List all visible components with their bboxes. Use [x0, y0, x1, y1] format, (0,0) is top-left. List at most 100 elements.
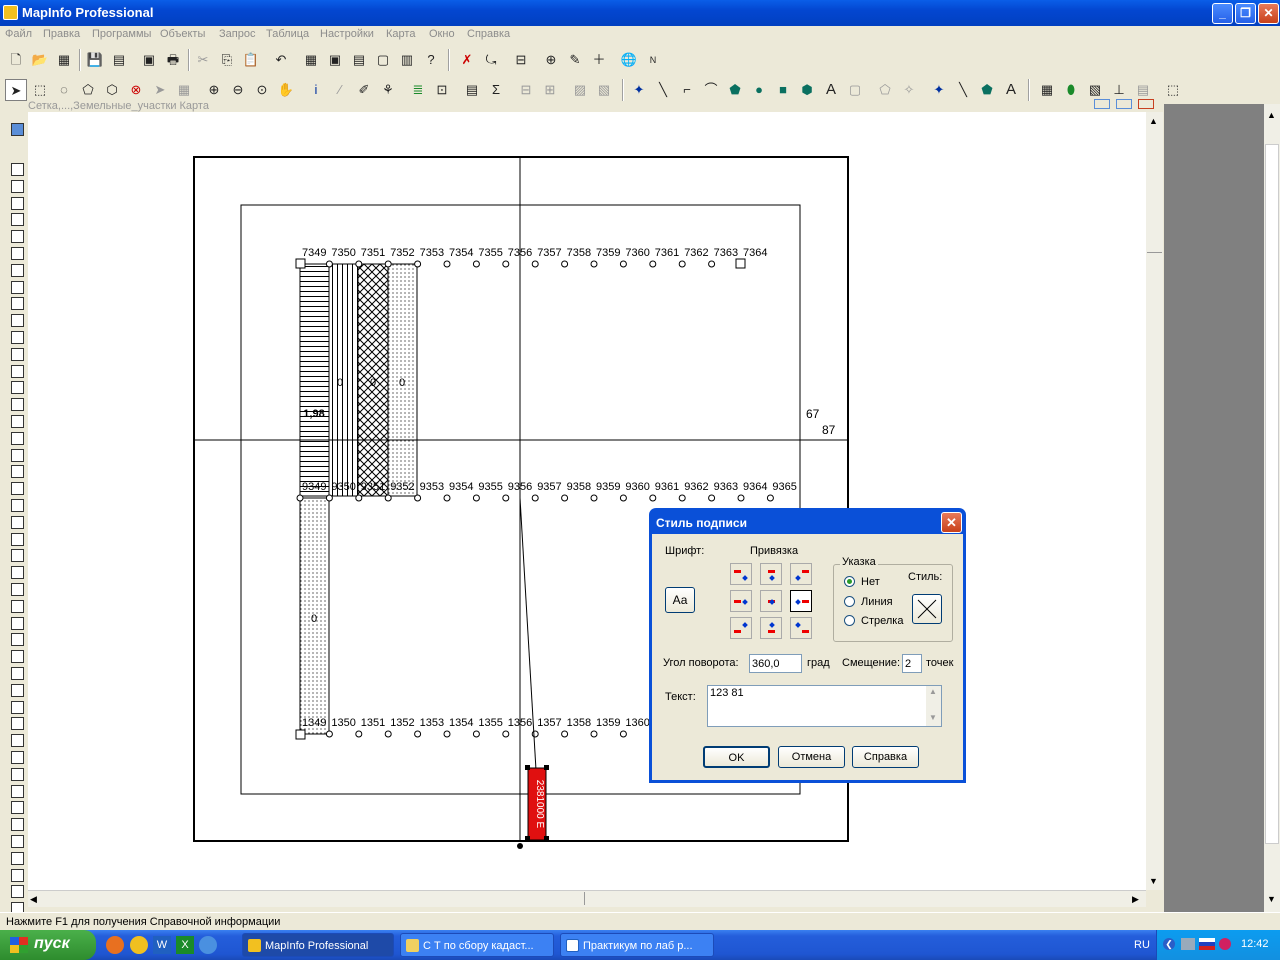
language-indicator[interactable]: RU — [1134, 939, 1150, 951]
anchor-bottom-center[interactable] — [760, 617, 782, 639]
palette-swatch[interactable] — [11, 835, 24, 848]
map-close-button[interactable] — [1138, 99, 1154, 109]
copy-icon[interactable]: ⎘ — [216, 49, 238, 71]
map-tool-1-icon[interactable]: ▦ — [1036, 79, 1058, 101]
globe-grid-icon[interactable]: ⊕ — [540, 49, 562, 71]
palette-swatch[interactable] — [11, 347, 24, 361]
line-style-button[interactable] — [912, 594, 942, 624]
invert-selection-icon[interactable]: ➤ — [149, 79, 171, 101]
palette-swatch[interactable] — [11, 499, 24, 512]
palette-swatch[interactable] — [11, 734, 24, 748]
tray-chevron-icon[interactable]: ❮ — [1163, 938, 1175, 950]
text-style-icon[interactable]: A — [1000, 79, 1022, 101]
open-workspace-icon[interactable]: ▦ — [53, 49, 75, 71]
label-text-area[interactable]: 123 81 ▲ ▼ — [707, 685, 942, 727]
offset-input[interactable] — [902, 654, 922, 673]
app-vertical-scrollbar[interactable]: ▲ ▼ — [1264, 104, 1280, 912]
north-arrow-icon[interactable]: N — [642, 49, 664, 71]
maximize-button[interactable]: ❐ — [1235, 3, 1256, 24]
paste-icon[interactable]: 📋 — [240, 49, 262, 71]
horizontal-scrollbar[interactable]: ◀ ▶ — [28, 890, 1146, 907]
show-clip-icon[interactable]: ▧ — [593, 79, 615, 101]
map-tool-5-icon[interactable]: ▤ — [1132, 79, 1154, 101]
palette-swatch[interactable] — [11, 381, 24, 395]
run-tool-icon[interactable]: ✗ — [456, 49, 478, 71]
palette-swatch[interactable] — [11, 549, 24, 563]
reshape-tool-icon[interactable]: ⬠ — [874, 79, 896, 101]
firefox-icon[interactable] — [106, 936, 124, 954]
help-icon[interactable]: ? — [420, 49, 442, 71]
scroll-left-icon[interactable]: ◀ — [30, 894, 37, 905]
palette-swatch[interactable] — [11, 263, 24, 277]
palette-swatch[interactable] — [11, 465, 24, 479]
scroll-up-icon[interactable]: ▲ — [1149, 116, 1158, 126]
menu-settings[interactable]: Настройки — [320, 28, 374, 40]
palette-icon[interactable] — [11, 123, 24, 136]
minimize-button[interactable]: _ — [1212, 3, 1233, 24]
rectangle-tool-icon[interactable]: ■ — [772, 79, 794, 101]
rounded-rectangle-tool-icon[interactable]: ⬢ — [796, 79, 818, 101]
menu-file[interactable]: Файл — [5, 28, 32, 40]
new-icon[interactable]: 🗋 — [5, 49, 27, 71]
map-canvas[interactable]: 7349 7350 7351 7352 7353 7354 7355 7356 7357 7358… — [28, 112, 1146, 890]
globe-icon[interactable]: 🌐 — [618, 49, 640, 71]
new-redistrict-icon[interactable]: ▥ — [396, 49, 418, 71]
start-button[interactable]: пуск — [0, 930, 96, 960]
map-tool-4-icon[interactable]: ⊥ — [1108, 79, 1130, 101]
label-tool-icon[interactable]: ✐ — [353, 79, 375, 101]
palette-swatch[interactable] — [11, 448, 24, 462]
anchor-bottom-left[interactable] — [730, 617, 752, 639]
menu-help[interactable]: Справка — [467, 28, 510, 40]
palette-swatch[interactable] — [11, 314, 24, 328]
map-tool-2-icon[interactable]: ⬮ — [1060, 79, 1082, 101]
menu-programs[interactable]: Программы — [92, 28, 151, 40]
line-tool-icon[interactable]: ╲ — [652, 79, 674, 101]
palette-swatch[interactable] — [11, 599, 24, 613]
palette-swatch[interactable] — [11, 667, 24, 680]
hotlink-icon[interactable]: ⤿ — [480, 49, 502, 71]
menu-window[interactable]: Окно — [429, 28, 455, 40]
anchor-center[interactable] — [760, 590, 782, 612]
palette-swatch[interactable] — [11, 650, 24, 664]
scroll-down-icon[interactable]: ▼ — [1149, 876, 1158, 886]
russian-flag-icon[interactable] — [1199, 938, 1215, 950]
radius-select-icon[interactable]: ◌ — [53, 79, 75, 101]
pencil-icon[interactable]: ✎ — [564, 49, 586, 71]
add-node-icon[interactable]: ✧ — [898, 79, 920, 101]
palette-swatch[interactable] — [11, 331, 24, 344]
scroll-down-icon[interactable]: ▼ — [929, 713, 937, 722]
pointer-line-radio[interactable] — [844, 596, 855, 607]
polyline-tool-icon[interactable]: ⌐ — [676, 79, 698, 101]
pointer-arrow-radio[interactable] — [844, 615, 855, 626]
statistics-icon[interactable]: Σ — [485, 79, 507, 101]
scroll-down-icon[interactable]: ▼ — [1267, 894, 1276, 904]
polygon-tool-icon[interactable]: ⬟ — [724, 79, 746, 101]
palette-swatch[interactable] — [11, 163, 24, 176]
new-mapper-icon[interactable]: ▣ — [324, 49, 346, 71]
palette-swatch[interactable] — [11, 179, 24, 193]
info-tool-icon[interactable]: i — [305, 79, 327, 101]
palette-swatch[interactable] — [11, 280, 24, 294]
ruler-icon[interactable]: ⊡ — [431, 79, 453, 101]
scroll-thumb[interactable] — [1147, 252, 1162, 266]
palette-swatch[interactable] — [11, 717, 24, 731]
tray-app-icon[interactable] — [1219, 938, 1231, 950]
anchor-middle-right[interactable] — [790, 590, 812, 612]
palette-swatch[interactable] — [11, 247, 24, 260]
anchor-top-right[interactable] — [790, 563, 812, 585]
palette-swatch[interactable] — [11, 784, 24, 798]
palette-swatch[interactable] — [11, 700, 24, 714]
line-style-icon[interactable]: ╲ — [952, 79, 974, 101]
close-button[interactable]: ✕ — [1258, 3, 1279, 24]
task-folder[interactable]: С Т по сбору кадаст... — [400, 933, 554, 957]
menu-table[interactable]: Таблица — [266, 28, 309, 40]
scroll-thumb[interactable] — [584, 892, 588, 905]
pointer-none-radio[interactable] — [844, 576, 855, 587]
palette-swatch[interactable] — [11, 767, 24, 781]
map-tool-3-icon[interactable]: ▧ — [1084, 79, 1106, 101]
anchor-middle-left[interactable] — [730, 590, 752, 612]
vertical-scrollbar[interactable]: ▲ ▼ — [1146, 112, 1163, 890]
palette-swatch[interactable] — [11, 482, 24, 496]
palette-swatch[interactable] — [11, 885, 24, 899]
polygon-select-icon[interactable]: ⬠ — [77, 79, 99, 101]
